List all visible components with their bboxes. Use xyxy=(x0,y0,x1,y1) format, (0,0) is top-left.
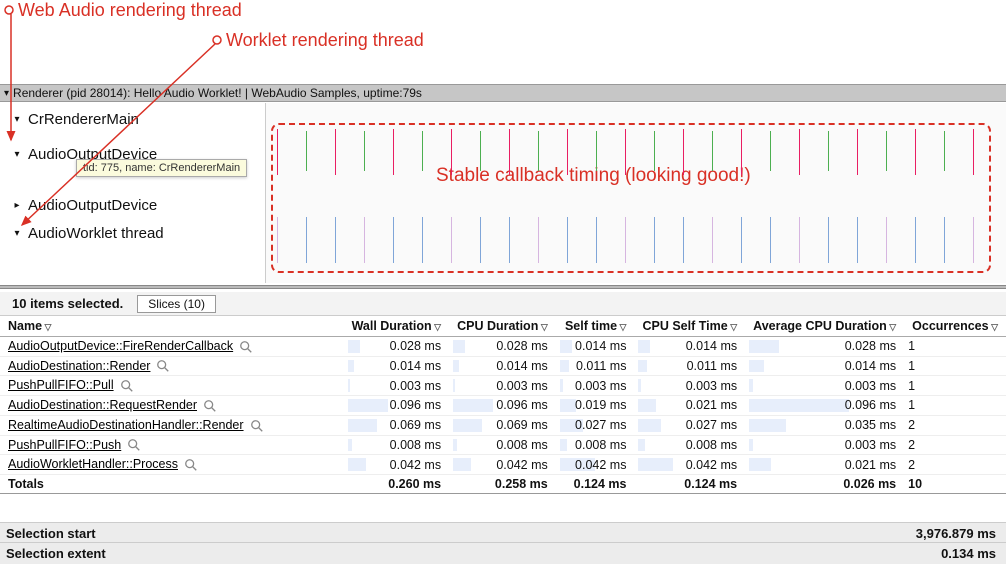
magnify-icon[interactable] xyxy=(120,379,134,393)
slice-link[interactable]: AudioOutputDevice::FireRenderCallback xyxy=(8,339,233,353)
slice-link[interactable]: PushPullFIFO::Pull xyxy=(8,378,114,392)
magnify-icon[interactable] xyxy=(239,340,253,354)
thread-sidebar: ▾ CrRendererMain ▾ AudioOutputDevice tid… xyxy=(0,103,266,283)
table-row[interactable]: PushPullFIFO::Push0.008 ms0.008 ms0.008 … xyxy=(0,435,1006,455)
annotation-worklet: Worklet rendering thread xyxy=(226,30,424,50)
slice-link[interactable]: RealtimeAudioDestinationHandler::Render xyxy=(8,418,244,432)
col-self[interactable]: Self time xyxy=(556,316,635,337)
panel-divider[interactable] xyxy=(0,285,1006,289)
table-row[interactable]: AudioWorkletHandler::Process0.042 ms0.04… xyxy=(0,455,1006,475)
thread-row-main[interactable]: ▾ CrRendererMain xyxy=(0,105,265,133)
timeline-area[interactable]: Stable callback timing (looking good!) xyxy=(266,103,1006,283)
expand-icon[interactable]: ▾ xyxy=(12,114,22,125)
tooltip: tid: 775, name: CrRendererMain xyxy=(76,159,247,177)
selection-extent-label: Selection extent xyxy=(6,546,106,561)
col-cpu[interactable]: CPU Duration xyxy=(449,316,556,337)
col-wall[interactable]: Wall Duration xyxy=(344,316,450,337)
col-cpuself[interactable]: CPU Self Time xyxy=(634,316,745,337)
process-title: Renderer (pid 28014): Hello Audio Workle… xyxy=(13,84,422,102)
expand-icon[interactable]: ▾ xyxy=(12,149,22,160)
selection-extent-row: Selection extent 0.134 ms xyxy=(0,542,1006,564)
selection-extent-value: 0.134 ms xyxy=(941,546,996,561)
timeline-ticks-upper xyxy=(271,127,991,177)
expand-icon[interactable]: ▾ xyxy=(12,228,22,239)
timeline-ticks-lower xyxy=(271,215,991,265)
slice-link[interactable]: AudioWorkletHandler::Process xyxy=(8,457,178,471)
thread-row-aod2[interactable]: ▸ AudioOutputDevice xyxy=(0,191,265,219)
selection-start-value: 3,976.879 ms xyxy=(916,526,996,541)
table-row[interactable]: AudioDestination::Render0.014 ms0.014 ms… xyxy=(0,356,1006,376)
table-header-row: Name Wall Duration CPU Duration Self tim… xyxy=(0,316,1006,337)
col-name[interactable]: Name xyxy=(0,316,344,337)
magnify-icon[interactable] xyxy=(184,458,198,472)
thread-row-worklet[interactable]: ▾ AudioWorklet thread xyxy=(0,219,265,247)
magnify-icon[interactable] xyxy=(127,438,141,452)
table-row[interactable]: RealtimeAudioDestinationHandler::Render0… xyxy=(0,415,1006,435)
slices-tab[interactable]: Slices (10) xyxy=(137,295,216,313)
col-occ[interactable]: Occurrences xyxy=(904,316,1006,337)
thread-label: AudioWorklet thread xyxy=(28,225,164,242)
selection-start-label: Selection start xyxy=(6,526,96,541)
magnify-icon[interactable] xyxy=(156,359,170,373)
data-table: Name Wall Duration CPU Duration Self tim… xyxy=(0,316,1006,494)
thread-label: CrRendererMain xyxy=(28,111,139,128)
slice-link[interactable]: AudioDestination::RequestRender xyxy=(8,398,197,412)
col-avgcpu[interactable]: Average CPU Duration xyxy=(745,316,904,337)
process-header[interactable]: Renderer (pid 28014): Hello Audio Workle… xyxy=(0,84,1006,102)
table-row[interactable]: AudioOutputDevice::FireRenderCallback0.0… xyxy=(0,337,1006,357)
slice-link[interactable]: PushPullFIFO::Push xyxy=(8,438,121,452)
magnify-icon[interactable] xyxy=(250,419,264,433)
thread-label: AudioOutputDevice xyxy=(28,197,157,214)
selection-start-row: Selection start 3,976.879 ms xyxy=(0,522,1006,544)
expand-icon[interactable] xyxy=(4,83,9,103)
annotation-overlay: Web Audio rendering thread Worklet rende… xyxy=(0,0,1006,80)
collapse-icon[interactable]: ▸ xyxy=(12,200,22,211)
table-row[interactable]: PushPullFIFO::Pull0.003 ms0.003 ms0.003 … xyxy=(0,376,1006,396)
annotation-web-audio: Web Audio rendering thread xyxy=(18,0,242,20)
table-row[interactable]: AudioDestination::RequestRender0.096 ms0… xyxy=(0,396,1006,416)
totals-row: Totals 0.260 ms 0.258 ms 0.124 ms 0.124 … xyxy=(0,474,1006,493)
thread-panel: ▾ CrRendererMain ▾ AudioOutputDevice tid… xyxy=(0,103,1006,283)
magnify-icon[interactable] xyxy=(203,399,217,413)
slice-link[interactable]: AudioDestination::Render xyxy=(8,359,150,373)
selection-summary: 10 items selected. xyxy=(12,296,123,311)
selection-bar: 10 items selected. Slices (10) xyxy=(0,292,1006,316)
